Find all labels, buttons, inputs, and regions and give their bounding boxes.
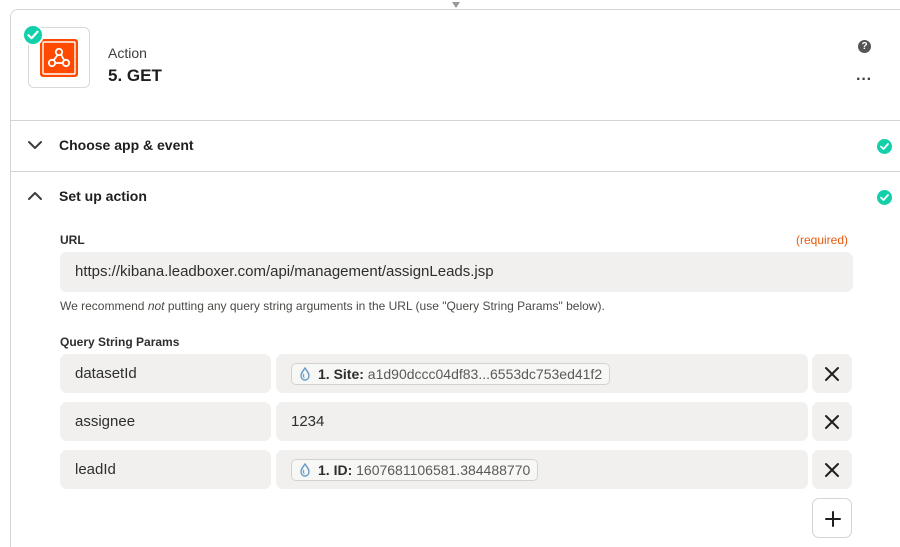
step-title[interactable]: 5. GET bbox=[108, 66, 162, 86]
url-input[interactable]: https://kibana.leadboxer.com/api/managem… bbox=[60, 252, 853, 292]
section-complete-check-icon bbox=[877, 190, 892, 205]
section-choose-app-event[interactable]: Choose app & event bbox=[11, 121, 900, 171]
param-key-input[interactable]: leadId bbox=[60, 450, 271, 489]
param-key-input[interactable]: datasetId bbox=[60, 354, 271, 393]
section-label: Choose app & event bbox=[59, 137, 194, 153]
url-hint: We recommend not putting any query strin… bbox=[60, 299, 605, 313]
data-source-icon bbox=[300, 367, 310, 381]
mapped-field-pill[interactable]: 1. ID: 1607681106581.384488770 bbox=[291, 459, 539, 481]
close-icon bbox=[825, 367, 839, 381]
section-set-up-action[interactable]: Set up action bbox=[11, 172, 900, 222]
chevron-down-icon bbox=[28, 141, 42, 149]
url-label: URL bbox=[60, 233, 85, 247]
param-value-input[interactable]: 1234 bbox=[276, 402, 808, 441]
webhook-icon bbox=[40, 39, 78, 77]
section-complete-check-icon bbox=[877, 139, 892, 154]
remove-param-button[interactable] bbox=[812, 402, 852, 441]
plus-icon bbox=[825, 511, 841, 527]
mapped-field-pill[interactable]: 1. Site: a1d90dccc04df83...6553dc753ed41… bbox=[291, 363, 611, 385]
param-key-input[interactable]: assignee bbox=[60, 402, 271, 441]
close-icon bbox=[825, 415, 839, 429]
chevron-up-icon bbox=[28, 192, 42, 200]
step-kind-label: Action bbox=[108, 45, 147, 61]
param-value-input[interactable]: 1. Site: a1d90dccc04df83...6553dc753ed41… bbox=[276, 354, 808, 393]
help-icon[interactable]: ? bbox=[858, 40, 871, 53]
query-params-label: Query String Params bbox=[60, 335, 180, 349]
data-source-icon bbox=[300, 463, 310, 477]
close-icon bbox=[825, 463, 839, 477]
more-options-icon[interactable]: ··· bbox=[856, 72, 874, 90]
remove-param-button[interactable] bbox=[812, 450, 852, 489]
param-value-input[interactable]: 1. ID: 1607681106581.384488770 bbox=[276, 450, 808, 489]
step-complete-check-icon bbox=[22, 24, 44, 46]
remove-param-button[interactable] bbox=[812, 354, 852, 393]
add-param-button[interactable] bbox=[812, 498, 852, 538]
param-value-text: 1234 bbox=[291, 413, 325, 430]
section-label: Set up action bbox=[59, 188, 147, 204]
required-label: (required) bbox=[796, 233, 849, 247]
connector-caret-icon bbox=[452, 2, 460, 8]
